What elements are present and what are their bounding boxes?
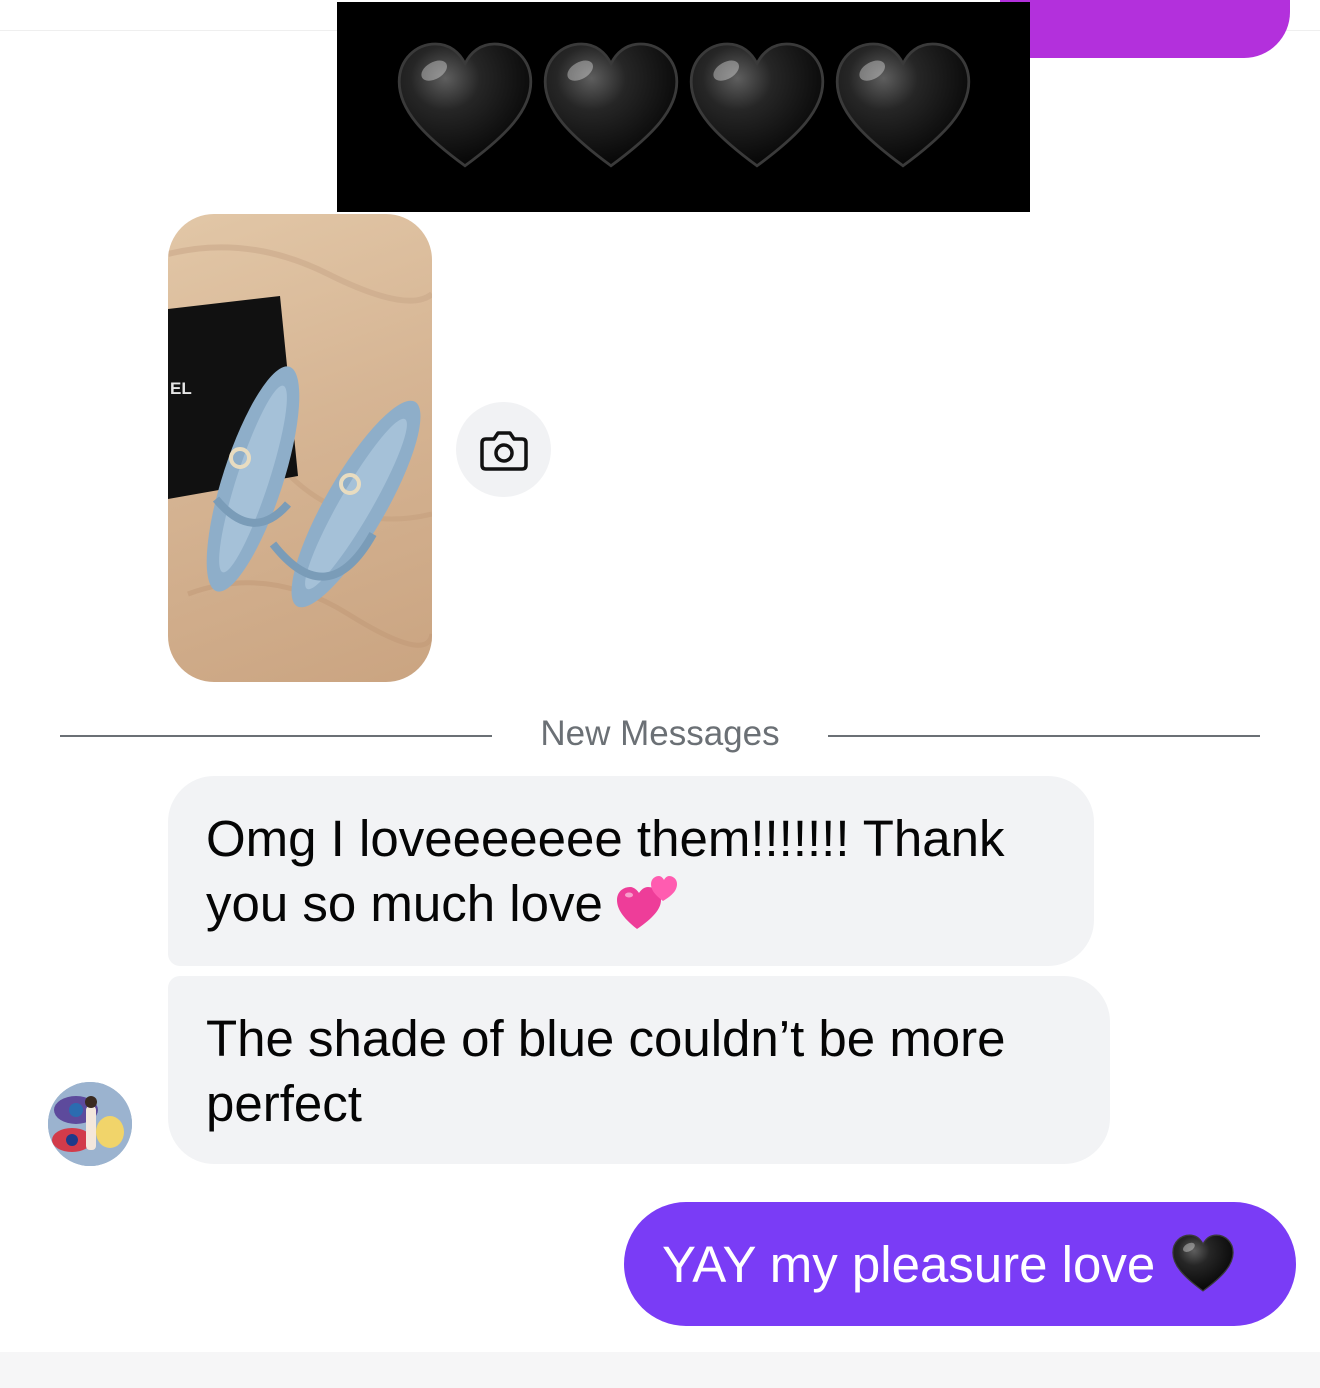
shared-photo[interactable]: EL: [168, 214, 432, 682]
previous-outgoing-bubble[interactable]: [1000, 0, 1290, 58]
new-messages-rule-right: [828, 735, 1260, 737]
message-text: The shade of blue couldn’t be more perfe…: [206, 1010, 1006, 1132]
incoming-message[interactable]: Omg I loveeeeeee them!!!!!!! Thank you s…: [168, 776, 1094, 966]
incoming-message[interactable]: The shade of blue couldn’t be more perfe…: [168, 976, 1110, 1164]
black-heart-icon: [833, 37, 973, 177]
message-text: Omg I loveeeeeee them!!!!!!! Thank you s…: [206, 810, 1005, 932]
two-hearts-icon: [616, 876, 677, 929]
message-text: YAY my pleasure love: [662, 1235, 1156, 1293]
black-heart-icon: [395, 37, 535, 177]
svg-text:EL: EL: [170, 379, 192, 398]
camera-icon: [479, 430, 528, 471]
composer-area: [0, 1352, 1320, 1388]
new-messages-divider: New Messages: [540, 714, 780, 753]
camera-button[interactable]: [456, 402, 551, 497]
sandals-photo-illustration: EL: [168, 244, 432, 648]
avatar-image: [48, 1082, 132, 1166]
redaction-box: [337, 2, 1030, 212]
black-heart-icon: [687, 37, 827, 177]
black-heart-icon: [1171, 1232, 1235, 1296]
black-heart-icon: [541, 37, 681, 177]
outgoing-message[interactable]: YAY my pleasure love: [624, 1202, 1296, 1326]
new-messages-rule-left: [60, 735, 492, 737]
avatar[interactable]: [48, 1082, 132, 1166]
